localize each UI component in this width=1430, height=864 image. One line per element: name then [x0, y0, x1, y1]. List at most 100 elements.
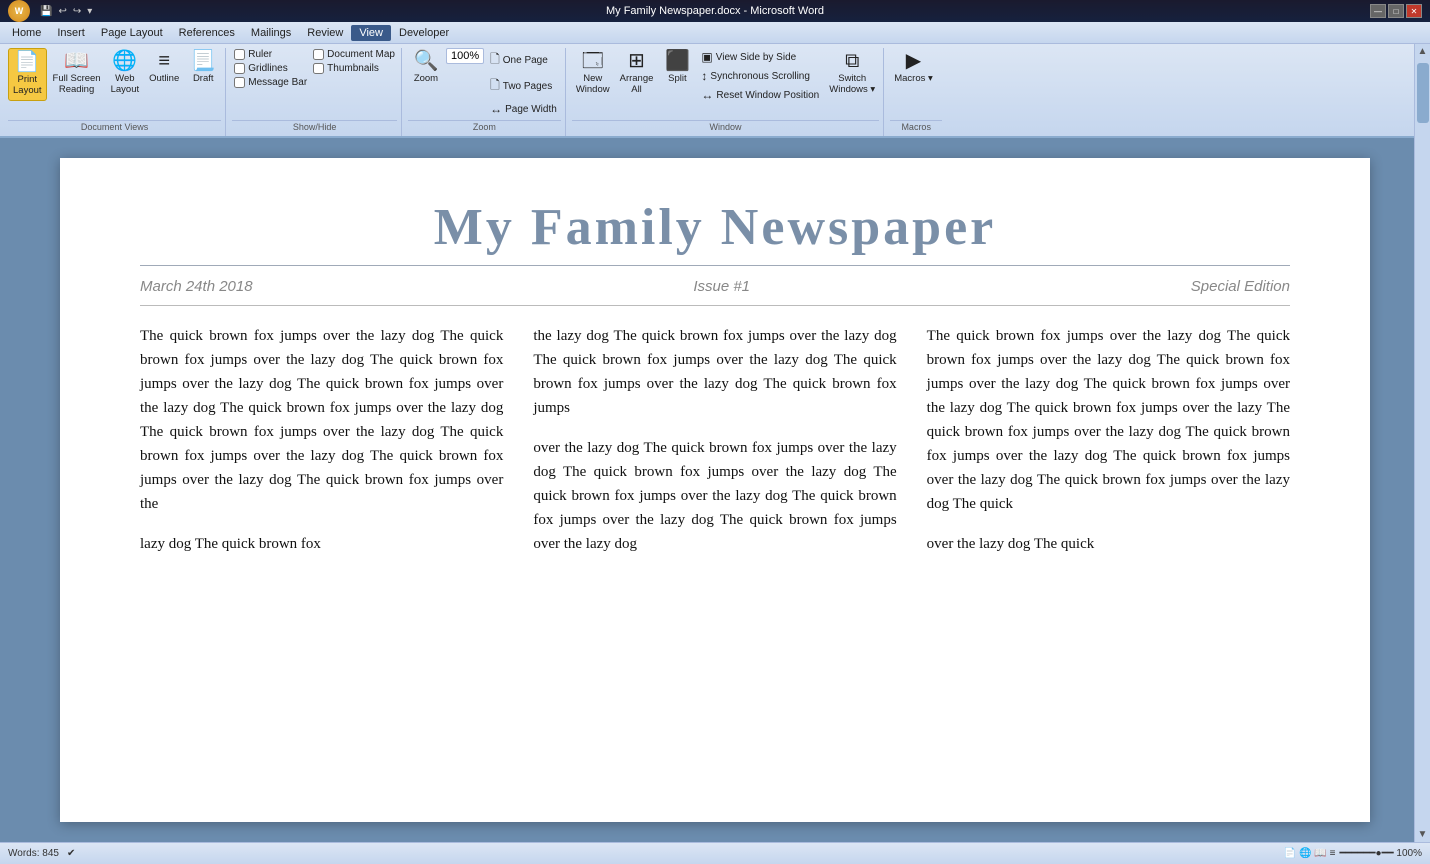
meta-issue: Issue #1	[693, 278, 750, 295]
window-label: Window	[572, 120, 879, 134]
macros-label: Macros	[890, 120, 942, 134]
arrange-all-label: ArrangeAll	[620, 73, 654, 96]
window-buttons: 🗔 NewWindow ⊞ ArrangeAll ⬛ Split ▣ View …	[572, 48, 879, 118]
status-bar: Words: 845 ✔ 📄 🌐 📖 ≡ ━━━━━━●━━ 100%	[0, 842, 1430, 864]
col2-para1: the lazy dog The quick brown fox jumps o…	[533, 324, 896, 420]
thumbnails-checkbox[interactable]: Thumbnails	[311, 62, 397, 75]
outline-button[interactable]: ≡ Outline	[145, 48, 183, 87]
switch-windows-label: SwitchWindows ▾	[829, 73, 875, 96]
scroll-up-arrow[interactable]: ▲	[1416, 44, 1430, 59]
zoom-button[interactable]: 🔍 Zoom	[408, 48, 444, 87]
thumbnails-label: Thumbnails	[327, 63, 379, 74]
ruler-checkbox[interactable]: Ruler	[232, 48, 309, 61]
gridlines-checkbox[interactable]: Gridlines	[232, 62, 309, 75]
col3-para1: The quick brown fox jumps over the lazy …	[927, 324, 1290, 516]
message-bar-label: Message Bar	[248, 77, 307, 88]
close-button[interactable]: ✕	[1406, 4, 1422, 18]
ribbon-group-window: 🗔 NewWindow ⊞ ArrangeAll ⬛ Split ▣ View …	[568, 48, 884, 136]
menu-review[interactable]: Review	[299, 25, 351, 41]
page-width-button[interactable]: ↔ Page Width	[486, 100, 561, 118]
redo-quick-btn[interactable]: ↪	[71, 6, 83, 17]
spell-check-icon: ✔	[67, 848, 75, 859]
title-bar-left: W 💾 ↩ ↪ ▾	[8, 0, 94, 22]
document-map-check[interactable]	[313, 49, 324, 60]
message-bar-checkbox[interactable]: Message Bar	[232, 76, 309, 89]
full-screen-icon: 📖	[64, 51, 89, 71]
gridlines-check[interactable]	[234, 63, 245, 74]
new-window-label: NewWindow	[576, 73, 610, 96]
print-layout-icon: 📄	[15, 52, 40, 72]
menu-insert[interactable]: Insert	[49, 25, 93, 41]
zoom-percent[interactable]: 100%	[446, 48, 484, 64]
reset-window-position-button[interactable]: ↔ Reset Window Position	[697, 86, 823, 104]
view-side-by-side-button[interactable]: ▣ View Side by Side	[697, 48, 823, 66]
draft-icon: 📃	[191, 51, 216, 71]
newspaper-meta: March 24th 2018 Issue #1 Special Edition	[140, 278, 1290, 306]
web-layout-label: WebLayout	[111, 73, 140, 96]
zoom-page-buttons: 🗋 One Page 🗋 Two Pages ↔ Page Width	[486, 48, 561, 118]
full-screen-reading-button[interactable]: 📖 Full ScreenReading	[49, 48, 105, 99]
document-page: My Family Newspaper March 24th 2018 Issu…	[60, 158, 1370, 822]
menu-references[interactable]: References	[171, 25, 243, 41]
macros-button[interactable]: ▶ Macros ▾	[890, 48, 937, 87]
message-bar-check[interactable]	[234, 77, 245, 88]
zoom-buttons: 🔍 Zoom 100% 🗋 One Page 🗋 Two Pages ↔	[408, 48, 561, 118]
ribbon-group-macros: ▶ Macros ▾ Macros	[886, 48, 946, 136]
outline-icon: ≡	[158, 51, 170, 71]
two-pages-button[interactable]: 🗋 Two Pages	[486, 74, 561, 99]
title-bar: W 💾 ↩ ↪ ▾ My Family Newspaper.docx - Mic…	[0, 0, 1430, 22]
view-side-label: View Side by Side	[716, 52, 796, 63]
menu-developer[interactable]: Developer	[391, 25, 457, 41]
arrange-all-button[interactable]: ⊞ ArrangeAll	[616, 48, 658, 99]
col1-para1: The quick brown fox jumps over the lazy …	[140, 324, 503, 516]
zoom-slider[interactable]: ━━━━━━●━━ 100%	[1339, 848, 1422, 859]
save-quick-btn[interactable]: 💾	[38, 6, 54, 17]
full-screen-label: Full ScreenReading	[53, 73, 101, 96]
new-window-button[interactable]: 🗔 NewWindow	[572, 48, 614, 99]
menu-page-layout[interactable]: Page Layout	[93, 25, 171, 41]
document-map-checkbox[interactable]: Document Map	[311, 48, 397, 61]
page-width-label: Page Width	[505, 104, 557, 115]
menu-home[interactable]: Home	[4, 25, 49, 41]
window-title: My Family Newspaper.docx - Microsoft Wor…	[606, 5, 824, 17]
customize-quick-btn[interactable]: ▾	[85, 6, 94, 17]
col3-para2: over the lazy dog The quick	[927, 532, 1290, 556]
arrange-all-icon: ⊞	[628, 51, 645, 71]
thumbnails-check[interactable]	[313, 63, 324, 74]
switch-windows-icon: ⧉	[845, 51, 859, 71]
synchronous-scrolling-button[interactable]: ↕ Synchronous Scrolling	[697, 67, 823, 85]
view-mode-icons: 📄 🌐 📖 ≡	[1284, 848, 1336, 859]
document-views-buttons: 📄 PrintLayout 📖 Full ScreenReading 🌐 Web…	[8, 48, 221, 118]
scroll-down-arrow[interactable]: ▼	[1416, 827, 1430, 842]
right-scrollbar[interactable]: ▲ ▼	[1414, 44, 1430, 842]
one-page-button[interactable]: 🗋 One Page	[486, 48, 561, 73]
split-label: Split	[668, 73, 686, 84]
scroll-thumb[interactable]	[1417, 63, 1429, 123]
reset-window-icon: ↔	[701, 88, 713, 102]
web-layout-button[interactable]: 🌐 WebLayout	[107, 48, 144, 99]
draft-button[interactable]: 📃 Draft	[185, 48, 221, 87]
window-small-buttons: ▣ View Side by Side ↕ Synchronous Scroll…	[697, 48, 823, 104]
menu-mailings[interactable]: Mailings	[243, 25, 299, 41]
show-hide-checkboxes-2: Document Map Thumbnails	[311, 48, 397, 75]
print-layout-button[interactable]: 📄 PrintLayout	[8, 48, 47, 101]
undo-quick-btn[interactable]: ↩	[56, 6, 68, 17]
ruler-check[interactable]	[234, 49, 245, 60]
minimize-button[interactable]: —	[1370, 4, 1386, 18]
one-page-icon: 🗋	[490, 50, 500, 71]
office-button[interactable]: W	[8, 0, 30, 22]
quick-access-toolbar: 💾 ↩ ↪ ▾	[38, 6, 94, 17]
show-hide-buttons: Ruler Gridlines Message Bar Document Map…	[232, 48, 397, 118]
switch-windows-button[interactable]: ⧉ SwitchWindows ▾	[825, 48, 879, 99]
view-side-icon: ▣	[701, 50, 712, 64]
restore-button[interactable]: □	[1388, 4, 1404, 18]
split-button[interactable]: ⬛ Split	[659, 48, 695, 87]
gridlines-label: Gridlines	[248, 63, 287, 74]
menu-view[interactable]: View	[351, 25, 391, 41]
document-area: My Family Newspaper March 24th 2018 Issu…	[0, 138, 1430, 842]
col2-para2: over the lazy dog The quick brown fox ju…	[533, 436, 896, 556]
zoom-label: Zoom	[408, 120, 561, 134]
meta-date: March 24th 2018	[140, 278, 253, 295]
col1-para2: lazy dog The quick brown fox	[140, 532, 503, 556]
print-layout-label: PrintLayout	[13, 74, 42, 97]
